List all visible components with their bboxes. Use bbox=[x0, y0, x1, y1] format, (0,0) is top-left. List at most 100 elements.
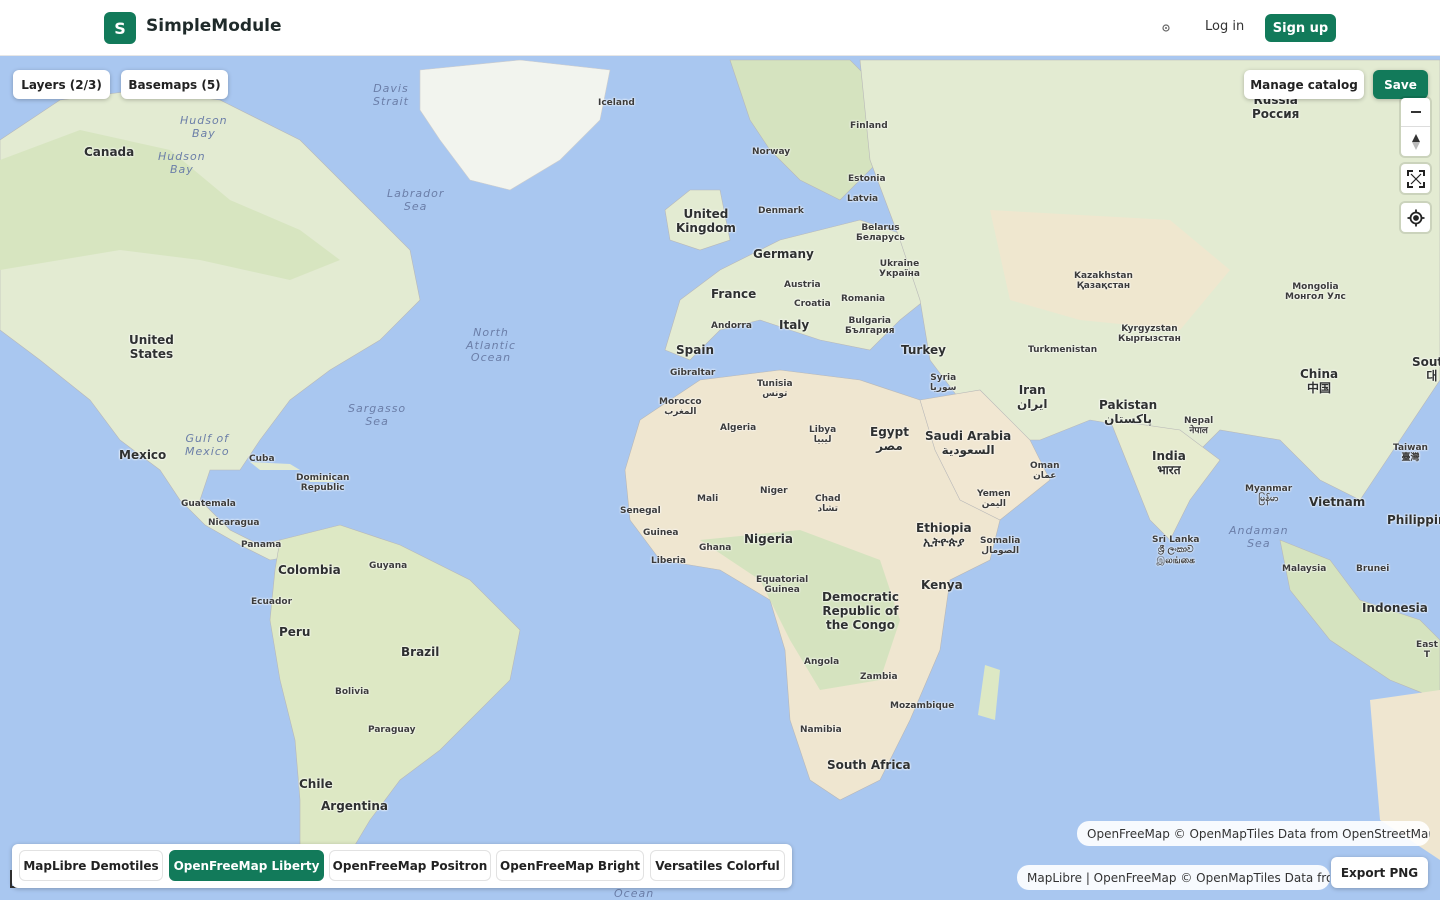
map-label-nepal: Nepal नेपाल bbox=[1184, 416, 1214, 437]
map-label-equatorial-guinea: Equatorial Guinea bbox=[756, 575, 809, 596]
map-label-hudson-bay-1: Hudson Bay bbox=[180, 114, 228, 140]
manage-catalog-button[interactable]: Manage catalog bbox=[1244, 70, 1364, 99]
attribution-top-text[interactable]: OpenFreeMap © OpenMapTiles Data from Ope… bbox=[1087, 827, 1430, 841]
map-label-italy: Italy bbox=[779, 318, 810, 332]
map-label-libya: Libya ليبيا bbox=[809, 425, 837, 446]
compass-button[interactable] bbox=[1401, 127, 1430, 156]
map-basemap bbox=[0, 56, 1440, 900]
geolocate-button[interactable] bbox=[1401, 203, 1430, 232]
fullscreen-button[interactable] bbox=[1401, 164, 1430, 193]
layers-button[interactable]: Layers (2/3) bbox=[13, 70, 110, 99]
basemap-option[interactable]: Versatiles Colorful bbox=[650, 850, 785, 881]
map-label-mali: Mali bbox=[697, 494, 719, 504]
map-label-senegal: Senegal bbox=[620, 506, 661, 516]
map-label-kyrgyzstan: Kyrgyzstan Кыргызстан bbox=[1118, 324, 1181, 345]
map-label-south-korea: South 대 bbox=[1412, 355, 1440, 383]
map-label-namibia: Namibia bbox=[800, 725, 842, 735]
fullscreen-control bbox=[1401, 164, 1430, 193]
app-title[interactable]: SimpleModule bbox=[146, 16, 282, 36]
login-link[interactable]: Log in bbox=[1205, 19, 1244, 34]
map-label-vietnam: Vietnam bbox=[1309, 495, 1366, 509]
attribution-bottom: MapLibre | OpenFreeMap © OpenMapTiles Da… bbox=[1017, 865, 1330, 890]
map-label-ocean: Ocean bbox=[614, 887, 655, 900]
map-label-sargasso-sea: Sargasso Sea bbox=[348, 402, 407, 428]
map-label-latvia: Latvia bbox=[847, 194, 879, 204]
map-label-morocco: Morocco المغرب bbox=[659, 397, 702, 418]
map-label-turkey: Turkey bbox=[901, 343, 946, 357]
map-label-united-states: United States bbox=[129, 333, 174, 361]
minus-icon bbox=[1410, 111, 1421, 113]
map-label-denmark: Denmark bbox=[758, 206, 804, 216]
map-label-united-kingdom: United Kingdom bbox=[676, 207, 736, 235]
map-label-zambia: Zambia bbox=[860, 672, 898, 682]
attribution-bottom-text[interactable]: MapLibre | OpenFreeMap © OpenMapTiles Da… bbox=[1027, 871, 1330, 885]
fullscreen-icon bbox=[1406, 169, 1425, 188]
map-label-brazil: Brazil bbox=[401, 645, 440, 659]
map-label-argentina: Argentina bbox=[321, 799, 388, 813]
basemap-option[interactable]: OpenFreeMap Positron bbox=[329, 850, 491, 881]
export-png-button[interactable]: Export PNG bbox=[1331, 857, 1428, 888]
top-nav: S SimpleModule Log in Sign up bbox=[0, 0, 1440, 56]
map-label-dominican-republic: Dominican Republic bbox=[296, 473, 350, 494]
map-label-algeria: Algeria bbox=[720, 423, 757, 433]
map-label-canada: Canada bbox=[84, 145, 135, 159]
signup-button[interactable]: Sign up bbox=[1265, 14, 1336, 42]
map-label-chad: Chad تشاد bbox=[815, 494, 841, 515]
map-label-davis-strait: Davis Strait bbox=[373, 82, 409, 108]
map-label-mongolia: Mongolia Монгол Улс bbox=[1285, 282, 1346, 303]
map-label-belarus: Belarus Беларусь bbox=[856, 223, 905, 244]
basemap-option[interactable]: OpenFreeMap Bright bbox=[496, 850, 644, 881]
map-label-norway: Norway bbox=[752, 147, 791, 157]
map-label-panama: Panama bbox=[241, 540, 282, 550]
map-label-myanmar: Myanmar မြန်မာ bbox=[1245, 484, 1293, 505]
map-label-syria: Syria سوريا bbox=[930, 373, 957, 394]
map-label-taiwan: Taiwan 臺灣 bbox=[1393, 443, 1428, 464]
map-label-estonia: Estonia bbox=[848, 174, 886, 184]
zoom-out-button[interactable] bbox=[1401, 98, 1430, 127]
save-button[interactable]: Save bbox=[1373, 70, 1428, 99]
sun-icon[interactable] bbox=[1159, 21, 1173, 35]
basemaps-button[interactable]: Basemaps (5) bbox=[121, 70, 228, 99]
map-label-mexico: Mexico bbox=[119, 448, 167, 462]
map-label-tunisia: Tunisia تونس bbox=[757, 379, 793, 400]
map-label-germany: Germany bbox=[753, 247, 814, 261]
map-label-croatia: Croatia bbox=[794, 299, 831, 309]
map-label-andorra: Andorra bbox=[711, 321, 752, 331]
basemap-switcher: MapLibre Demotiles OpenFreeMap Liberty O… bbox=[12, 844, 792, 888]
map-label-iceland: Iceland bbox=[598, 98, 635, 108]
map-label-india: India भारत bbox=[1152, 449, 1186, 477]
map-label-romania: Romania bbox=[841, 294, 886, 304]
map-label-ukraine: Ukraine Україна bbox=[879, 259, 920, 280]
logo-icon[interactable]: S bbox=[104, 12, 136, 44]
map-canvas[interactable]: Russia Россия Iceland Finland Norway Est… bbox=[0, 56, 1440, 900]
map-label-spain: Spain bbox=[676, 343, 714, 357]
map-label-nicaragua: Nicaragua bbox=[208, 518, 260, 528]
map-label-chile: Chile bbox=[299, 777, 333, 791]
map-label-brunei: Brunei bbox=[1356, 564, 1390, 574]
map-label-ethiopia: Ethiopia ኢትዮጵያ bbox=[916, 521, 972, 549]
map-label-oman: Oman عمان bbox=[1030, 461, 1060, 482]
geolocate-control bbox=[1401, 203, 1430, 232]
map-label-ghana: Ghana bbox=[699, 543, 732, 553]
map-label-pakistan: Pakistan پاکستان bbox=[1099, 398, 1158, 426]
map-label-turkmenistan: Turkmenistan bbox=[1028, 345, 1098, 355]
map-label-ecuador: Ecuador bbox=[251, 597, 293, 607]
basemap-option-active[interactable]: OpenFreeMap Liberty bbox=[169, 850, 324, 881]
map-label-finland: Finland bbox=[850, 121, 888, 131]
basemap-option[interactable]: MapLibre Demotiles bbox=[19, 850, 163, 881]
map-label-mozambique: Mozambique bbox=[890, 701, 955, 711]
map-label-saudi-arabia: Saudi Arabia السعودية bbox=[925, 429, 1012, 457]
map-label-nigeria: Nigeria bbox=[744, 532, 794, 546]
map-label-china: China 中国 bbox=[1300, 367, 1339, 395]
map-label-egypt: Egypt مصر bbox=[870, 425, 909, 453]
map-label-angola: Angola bbox=[804, 657, 840, 667]
map-label-gibraltar: Gibraltar bbox=[670, 368, 716, 378]
map-label-france: France bbox=[711, 287, 757, 301]
map-label-yemen: Yemen اليمن bbox=[977, 489, 1011, 510]
map-label-kazakhstan: Kazakhstan Қазақстан bbox=[1074, 271, 1133, 292]
map-label-kenya: Kenya bbox=[921, 578, 963, 592]
map-label-niger: Niger bbox=[760, 486, 788, 496]
zoom-control-group bbox=[1401, 98, 1430, 156]
map-label-hudson-bay-2: Hudson Bay bbox=[158, 150, 206, 176]
locate-icon bbox=[1407, 209, 1424, 226]
